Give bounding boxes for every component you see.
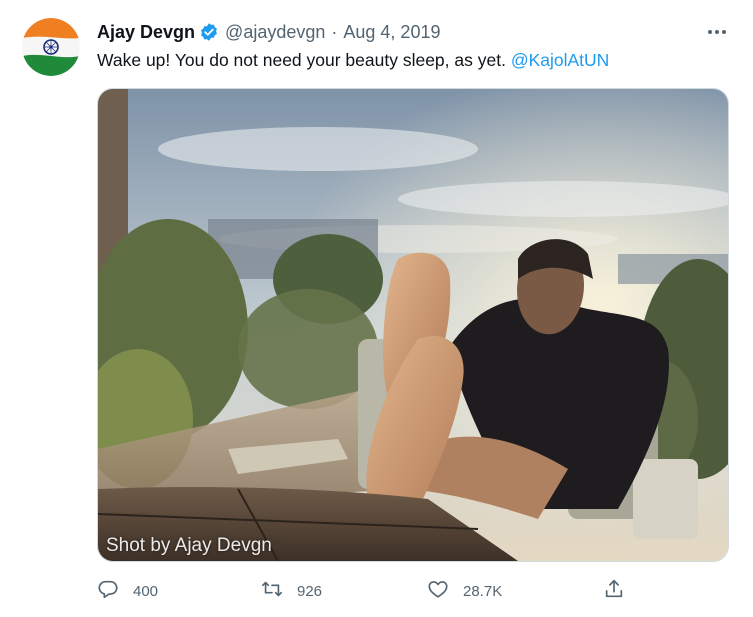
- photo-image: [98, 89, 728, 561]
- header-separator: ·: [331, 21, 338, 42]
- more-dots-icon[interactable]: [705, 22, 729, 42]
- indian-flag-avatar-image: [22, 18, 80, 76]
- tweet-text-body: Wake up! You do not need your beauty sle…: [97, 50, 511, 70]
- share-icon: [603, 578, 625, 604]
- tweet-actions: 400 926 28.7K: [97, 576, 637, 606]
- author-handle[interactable]: @ajaydevgn: [225, 22, 325, 43]
- author-name[interactable]: Ajay Devgn: [97, 22, 195, 43]
- photo-watermark: Shot by Ajay Devgn: [106, 535, 272, 556]
- share-button[interactable]: [603, 576, 625, 606]
- tweet[interactable]: Ajay Devgn @ajaydevgn · Aug 4, 2019 Wake…: [0, 0, 753, 617]
- heart-icon: [427, 578, 449, 604]
- like-count: 28.7K: [463, 582, 503, 600]
- tweet-date[interactable]: Aug 4, 2019: [343, 22, 440, 43]
- reply-icon: [97, 578, 119, 604]
- mention-link[interactable]: @KajolAtUN: [511, 50, 610, 70]
- reply-button[interactable]: 400: [97, 576, 158, 606]
- tweet-photo[interactable]: Shot by Ajay Devgn: [97, 88, 729, 562]
- tweet-text: Wake up! You do not need your beauty sle…: [97, 48, 609, 72]
- avatar[interactable]: [22, 18, 80, 76]
- reply-count: 400: [133, 582, 159, 600]
- like-button[interactable]: 28.7K: [427, 576, 502, 606]
- retweet-button[interactable]: 926: [261, 576, 322, 606]
- tweet-header: Ajay Devgn @ajaydevgn · Aug 4, 2019: [97, 20, 440, 44]
- verified-badge-icon: [199, 22, 219, 42]
- retweet-count: 926: [297, 582, 323, 600]
- retweet-icon: [261, 578, 283, 604]
